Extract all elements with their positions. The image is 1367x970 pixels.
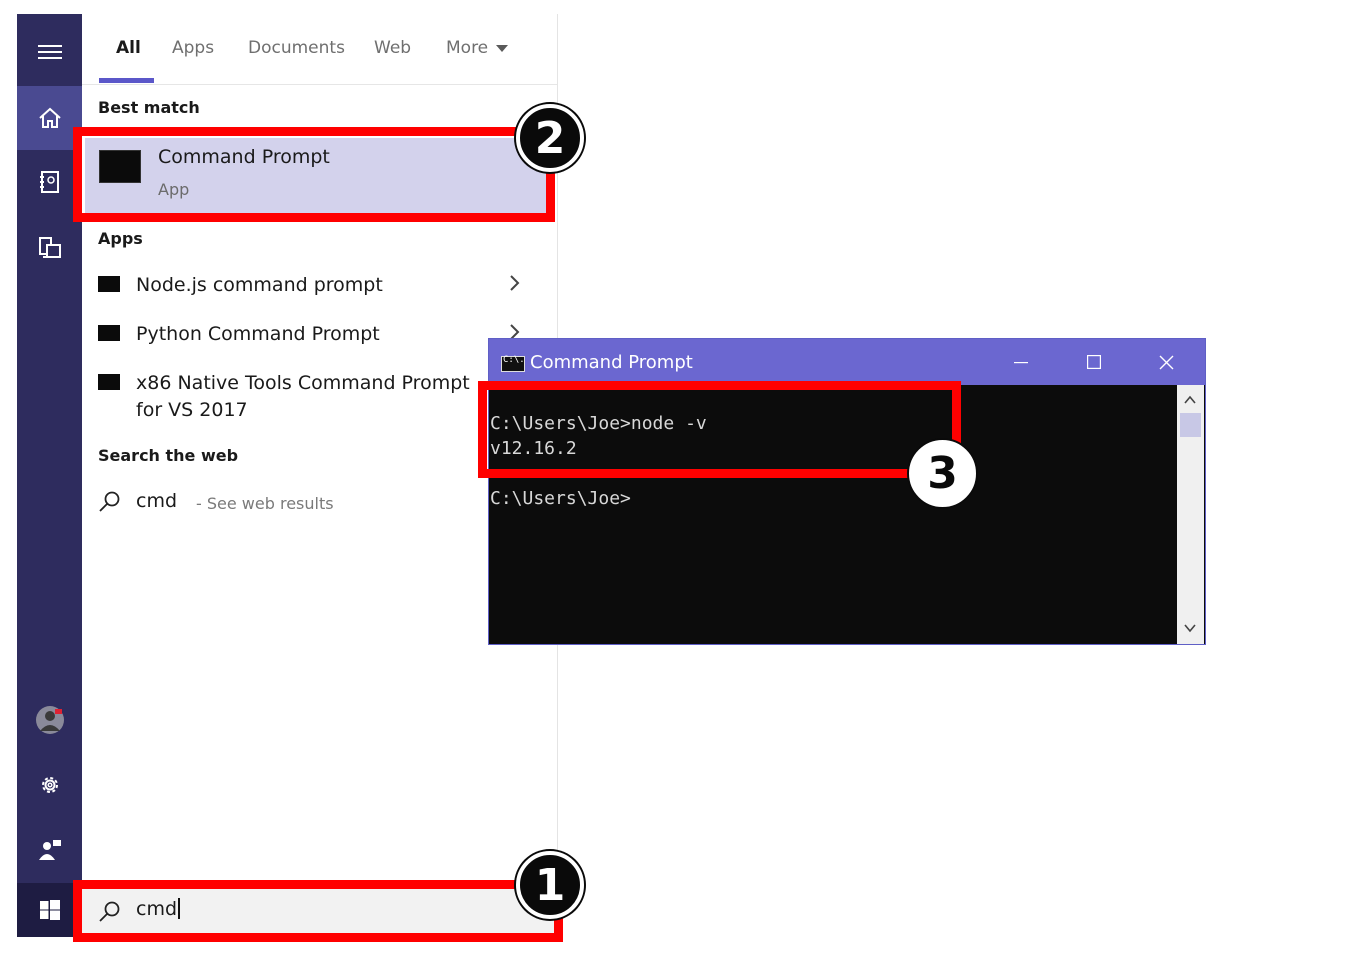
active-tab-indicator	[99, 78, 154, 83]
search-icon	[99, 491, 120, 512]
chevron-down-icon	[496, 44, 509, 52]
step-badge-3: 3	[907, 438, 978, 509]
web-result-item[interactable]: cmd - See web results	[98, 488, 538, 518]
highlight-search-box	[73, 880, 563, 942]
hamburger-menu-icon[interactable]	[17, 20, 82, 84]
apps-heading: Apps	[98, 229, 143, 248]
console-icon	[98, 276, 120, 292]
highlight-best-match	[73, 127, 555, 222]
console-icon	[98, 325, 120, 341]
step-badge-2: 2	[516, 104, 584, 172]
minimize-icon	[1014, 362, 1028, 364]
app-label: x86 Native Tools Command Prompt for VS 2…	[136, 372, 470, 421]
chevron-down-icon[interactable]	[1183, 621, 1197, 635]
close-button[interactable]	[1130, 339, 1202, 385]
step-badge-1: 1	[516, 851, 584, 919]
minimize-button[interactable]	[985, 339, 1057, 385]
list-item[interactable]: Python Command Prompt	[98, 321, 538, 351]
search-tabs: All Apps Documents Web More	[82, 14, 557, 85]
window-title: Command Prompt	[530, 352, 693, 373]
list-item[interactable]: Node.js command prompt	[98, 272, 538, 302]
tab-web[interactable]: Web	[374, 38, 411, 58]
highlight-console-output	[478, 381, 961, 478]
avatar[interactable]	[17, 688, 82, 752]
tab-more[interactable]: More	[446, 38, 509, 58]
best-match-heading: Best match	[98, 98, 200, 117]
tab-all[interactable]: All	[116, 38, 141, 58]
scrollbar-thumb[interactable]	[1180, 413, 1201, 437]
vertical-scrollbar[interactable]	[1177, 385, 1204, 644]
console-line: C:\Users\Joe>	[490, 488, 631, 509]
chevron-right-icon[interactable]	[508, 274, 520, 292]
web-hint: - See web results	[196, 494, 334, 513]
web-query: cmd	[136, 490, 178, 512]
gear-icon[interactable]	[17, 753, 82, 817]
tab-apps[interactable]: Apps	[172, 38, 214, 58]
app-label: Python Command Prompt	[136, 323, 380, 345]
devices-icon[interactable]	[17, 216, 82, 280]
maximize-button[interactable]	[1058, 339, 1130, 385]
console-icon	[98, 374, 120, 390]
maximize-icon	[1087, 355, 1101, 369]
cmd-icon-text: C:\.	[503, 355, 525, 365]
window-titlebar[interactable]: C:\. Command Prompt	[489, 339, 1205, 385]
list-item[interactable]: x86 Native Tools Command Prompt for VS 2…	[98, 370, 538, 426]
search-web-heading: Search the web	[98, 446, 239, 465]
tab-more-label: More	[446, 38, 489, 58]
cmd-window-icon: C:\.	[501, 355, 525, 372]
close-icon	[1159, 355, 1173, 369]
feedback-icon[interactable]	[17, 818, 82, 882]
app-label: Node.js command prompt	[136, 274, 383, 296]
tab-documents[interactable]: Documents	[248, 38, 345, 58]
chevron-up-icon[interactable]	[1183, 393, 1197, 407]
